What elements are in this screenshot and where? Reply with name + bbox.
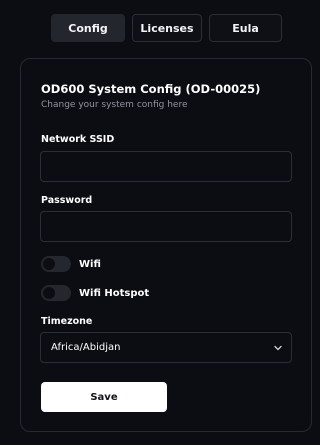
wifi-hotspot-toggle[interactable]: [41, 285, 71, 301]
chevron-down-icon: [274, 345, 282, 350]
card-subtitle: Change your system config here: [41, 100, 188, 110]
wifi-hotspot-label: Wifi Hotspot: [79, 287, 150, 299]
password-label: Password: [41, 195, 93, 206]
wifi-row: Wifi: [41, 256, 101, 272]
toggle-knob: [43, 287, 55, 299]
wifi-hotspot-row: Wifi Hotspot: [41, 285, 149, 301]
tab-eula[interactable]: Eula: [209, 14, 282, 42]
tab-bar: Config Licenses Eula: [51, 14, 282, 42]
tab-licenses[interactable]: Licenses: [132, 14, 202, 42]
config-card: OD600 System Config (OD-00025) Change yo…: [20, 58, 312, 432]
save-button[interactable]: Save: [41, 382, 167, 412]
timezone-select[interactable]: Africa/Abidjan: [40, 332, 292, 363]
timezone-value: Africa/Abidjan: [51, 342, 121, 353]
timezone-label: Timezone: [41, 316, 93, 327]
network-ssid-input[interactable]: [40, 151, 292, 182]
card-title: OD600 System Config (OD-00025): [41, 82, 261, 96]
network-ssid-label: Network SSID: [41, 134, 115, 145]
wifi-toggle[interactable]: [41, 256, 71, 272]
tab-config[interactable]: Config: [51, 14, 125, 42]
toggle-knob: [43, 258, 55, 270]
password-input[interactable]: [40, 211, 292, 242]
wifi-label: Wifi: [79, 258, 101, 270]
